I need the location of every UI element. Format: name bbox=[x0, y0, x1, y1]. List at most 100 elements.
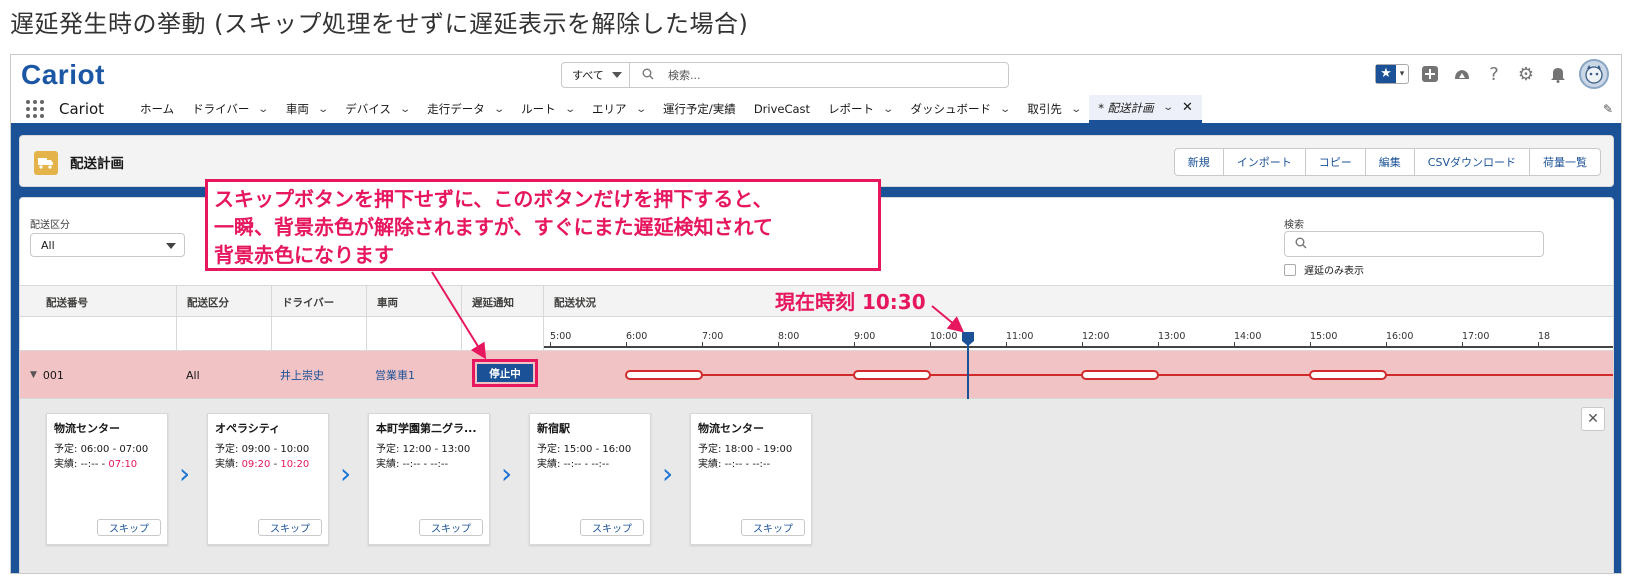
nav-items: ホーム ドライバー ⌄ 車両 ⌄ デバイス ⌄ 走行データ ⌄ ルート ⌄ エリア ⌄ 運行予定/実績 Dr… bbox=[119, 95, 1202, 123]
col-delay-notify[interactable]: 遅延通知 bbox=[462, 286, 544, 318]
actual-end: --:-- bbox=[752, 459, 771, 470]
action-button[interactable]: CSVダウンロード bbox=[1413, 149, 1529, 175]
plan-start: 18:00 bbox=[724, 444, 754, 455]
vehicle-link[interactable]: 営業車1 bbox=[375, 351, 415, 399]
actual-label: 実績: bbox=[215, 459, 239, 470]
nav-item[interactable]: デバイス ⌄ bbox=[336, 95, 418, 123]
category-filter-select[interactable]: All bbox=[30, 233, 185, 257]
list-search-input[interactable] bbox=[1284, 231, 1544, 257]
checkbox-box[interactable] bbox=[1284, 263, 1296, 276]
search-input[interactable]: 検索... bbox=[630, 63, 1008, 87]
action-button[interactable]: 編集 bbox=[1364, 149, 1414, 175]
table-row[interactable]: ▼ 001 All 井上崇史 営業車1 停止中 bbox=[20, 351, 1613, 399]
triangle-down-icon[interactable]: ▼ bbox=[30, 370, 37, 380]
app-logo[interactable]: Cariot bbox=[21, 59, 105, 91]
timeline-axis-line bbox=[544, 346, 1613, 348]
col-delivery-number[interactable]: 配送番号 bbox=[20, 286, 177, 318]
skip-button[interactable]: スキップ bbox=[97, 519, 161, 536]
nav-item[interactable]: 取引先 ⌄ bbox=[1018, 95, 1089, 123]
nav-item[interactable]: レポート ⌄ bbox=[819, 95, 901, 123]
col-vehicle[interactable]: 車両 bbox=[367, 286, 462, 318]
skip-button[interactable]: スキップ bbox=[419, 519, 483, 536]
nav-item[interactable]: DriveCast bbox=[745, 95, 819, 123]
timeline-tick-label: 17:00 bbox=[1462, 331, 1490, 342]
chevron-down-icon[interactable]: ⌄ bbox=[882, 104, 894, 115]
nav-item[interactable]: エリア ⌄ bbox=[583, 95, 654, 123]
chevron-down-icon[interactable]: ⌄ bbox=[399, 104, 411, 115]
bell-icon[interactable] bbox=[1547, 63, 1569, 85]
help-icon[interactable]: ? bbox=[1483, 63, 1505, 85]
skip-button[interactable]: スキップ bbox=[580, 519, 644, 536]
search-icon bbox=[1295, 237, 1307, 252]
chevron-down-icon[interactable]: ⌄ bbox=[1070, 104, 1082, 115]
chevron-down-icon[interactable]: ⌄ bbox=[493, 104, 505, 115]
plan-start: 09:00 bbox=[241, 444, 271, 455]
nav-item[interactable]: ドライバー ⌄ bbox=[183, 95, 277, 123]
col-driver[interactable]: ドライバー bbox=[272, 286, 367, 318]
skip-button[interactable]: スキップ bbox=[258, 519, 322, 536]
timeline-tick-mark bbox=[854, 342, 855, 347]
nav-item[interactable]: ルート ⌄ bbox=[512, 95, 583, 123]
star-icon: ★ bbox=[1376, 65, 1396, 83]
favorites-button[interactable]: ★ ▾ bbox=[1375, 64, 1409, 84]
chevron-down-icon[interactable]: ⌄ bbox=[258, 104, 270, 115]
stop-card: 物流センター 予定: 18:00 - 19:00 実績: --:-- - --:--… bbox=[690, 413, 812, 545]
timeline-tick-mark bbox=[702, 342, 703, 347]
global-add-icon[interactable] bbox=[1419, 63, 1441, 85]
nav-item[interactable]: ダッシュボード ⌄ bbox=[901, 95, 1018, 123]
nav-item-label: エリア bbox=[592, 102, 627, 116]
timeline-tick-label: 5:00 bbox=[550, 331, 572, 342]
close-icon[interactable]: ✕ bbox=[1581, 407, 1605, 431]
plan-start: 12:00 bbox=[402, 444, 432, 455]
driver-link[interactable]: 井上崇史 bbox=[280, 351, 324, 399]
col-category[interactable]: 配送区分 bbox=[177, 286, 272, 318]
col-delivery-status[interactable]: 配送状況 bbox=[544, 286, 1613, 318]
action-button[interactable]: 荷量一覧 bbox=[1529, 149, 1600, 175]
chevron-right-icon: › bbox=[179, 457, 191, 490]
trailhead-icon[interactable] bbox=[1451, 63, 1473, 85]
chevron-down-icon bbox=[166, 243, 176, 249]
close-icon[interactable]: ✕ bbox=[1182, 100, 1193, 115]
actual-label: 実績: bbox=[376, 459, 400, 470]
user-avatar[interactable] bbox=[1579, 59, 1609, 89]
chevron-down-icon[interactable]: ⌄ bbox=[1162, 102, 1174, 113]
nav-item[interactable]: 走行データ ⌄ bbox=[418, 95, 512, 123]
page-title: 遅延発生時の挙動 (スキップ処理をせずに遅延表示を解除した場合) bbox=[10, 10, 749, 38]
action-button[interactable]: コピー bbox=[1304, 149, 1365, 175]
chevron-down-icon[interactable]: ⌄ bbox=[635, 104, 647, 115]
chevron-down-icon[interactable]: ⌄ bbox=[317, 104, 329, 115]
timeline-tick-label: 10:00 bbox=[930, 331, 958, 342]
actual-label: 実績: bbox=[54, 459, 78, 470]
search-scope-select[interactable]: すべて bbox=[562, 63, 630, 87]
timeline-tick-mark bbox=[1462, 342, 1463, 347]
skip-button[interactable]: スキップ bbox=[741, 519, 805, 536]
plan-label: 予定: bbox=[537, 444, 561, 455]
edit-nav-icon[interactable]: ✎ bbox=[1603, 102, 1613, 116]
gear-icon[interactable]: ⚙ bbox=[1515, 63, 1537, 85]
stop-actual: 実績: --:-- - --:-- bbox=[698, 459, 771, 470]
delay-notify-button[interactable]: 停止中 bbox=[477, 364, 533, 382]
stop-duration-bar bbox=[853, 370, 931, 380]
delayed-only-checkbox[interactable]: 遅延のみ表示 bbox=[1284, 262, 1364, 277]
nav-item[interactable]: 運行予定/実績 bbox=[654, 95, 745, 123]
nav-item[interactable]: ホーム bbox=[131, 95, 183, 123]
actual-start: 09:20 bbox=[241, 459, 271, 470]
nav-item-label: 取引先 bbox=[1027, 102, 1062, 116]
truck-icon bbox=[34, 151, 58, 175]
chevron-down-icon[interactable]: ⌄ bbox=[564, 104, 576, 115]
nav-item-label: 運行予定/実績 bbox=[662, 102, 736, 116]
chevron-down-icon[interactable]: ⌄ bbox=[999, 104, 1011, 115]
app-nav-bar: Cariot ホーム ドライバー ⌄ 車両 ⌄ デバイス ⌄ 走行データ ⌄ ルート ⌄ エリア ⌄ 運行… bbox=[11, 95, 1621, 123]
app-launcher-icon[interactable] bbox=[11, 95, 59, 123]
action-button[interactable]: インポート bbox=[1222, 149, 1305, 175]
timeline-tick-label: 14:00 bbox=[1234, 331, 1262, 342]
action-button[interactable]: 新規 bbox=[1175, 149, 1223, 175]
global-search[interactable]: すべて 検索... bbox=[561, 62, 1009, 88]
current-time-annotation: 現在時刻 10:30 bbox=[775, 290, 926, 314]
current-time-marker-icon bbox=[962, 331, 974, 346]
row-expand-toggle[interactable]: ▼ 001 bbox=[30, 351, 64, 399]
chevron-right-icon: › bbox=[340, 457, 352, 490]
nav-item[interactable]: 車両 ⌄ bbox=[277, 95, 336, 123]
callout-line: 背景赤色になります bbox=[214, 243, 394, 267]
tab-delivery-plan[interactable]: * 配送計画 ⌄ ✕ bbox=[1089, 95, 1202, 123]
